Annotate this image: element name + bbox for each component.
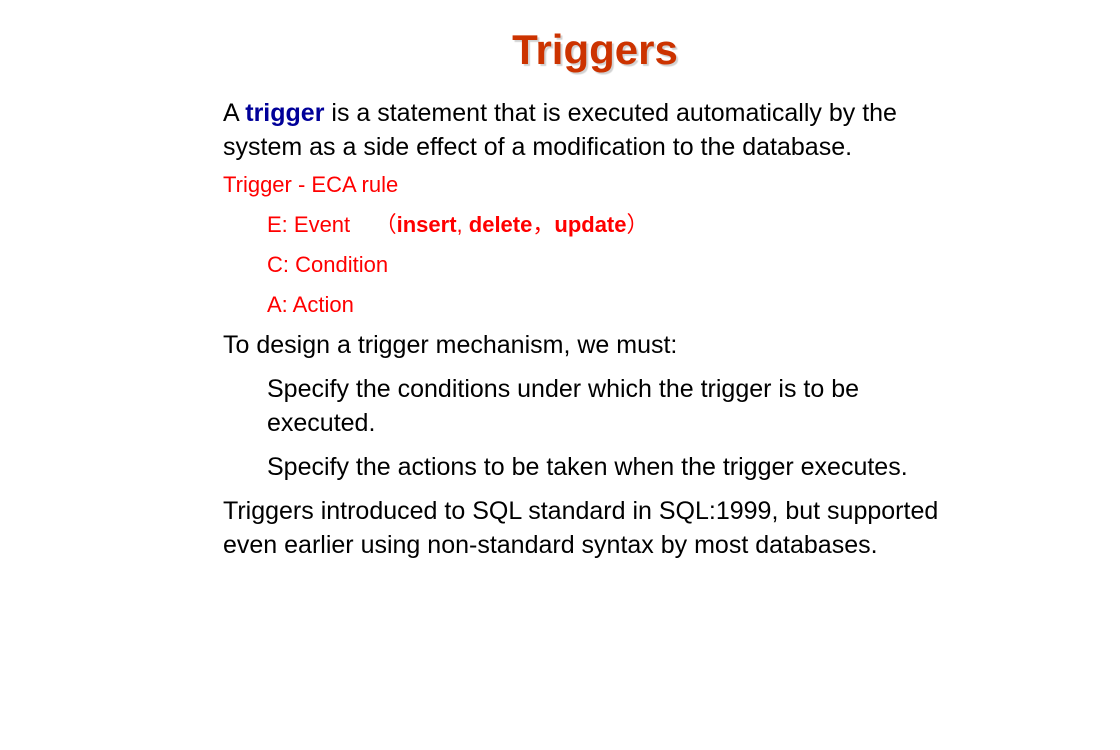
design-heading: To design a trigger mechanism, we must: — [223, 331, 678, 359]
intro-prefix: A — [223, 99, 246, 127]
event-sep-2: ， — [532, 212, 555, 237]
eca-heading: Trigger - ECA rule — [223, 172, 399, 197]
eca-event: E: Event （insert, delete，update） — [223, 210, 943, 240]
eca-condition: C: Condition — [267, 252, 389, 277]
event-close: ） — [626, 212, 649, 237]
design-item-2: Specify the actions to be taken when the… — [267, 453, 908, 481]
event-sep-1: , — [456, 212, 469, 237]
event-delete: delete — [468, 212, 533, 237]
event-update: update — [554, 212, 627, 237]
intro-paragraph: A trigger is a statement that is execute… — [223, 96, 943, 164]
slide-content: A trigger is a statement that is execute… — [223, 96, 943, 562]
trigger-keyword: trigger — [245, 99, 325, 127]
history-paragraph: Triggers introduced to SQL standard in S… — [223, 497, 939, 559]
design-item-1: Specify the conditions under which the t… — [267, 375, 860, 437]
eca-event-label: E: Event （ — [267, 212, 397, 237]
slide-title: Triggers — [512, 26, 678, 73]
eca-action: A: Action — [267, 292, 354, 317]
intro-rest: is a statement that is executed automati… — [223, 99, 897, 161]
event-insert: insert — [396, 212, 457, 237]
